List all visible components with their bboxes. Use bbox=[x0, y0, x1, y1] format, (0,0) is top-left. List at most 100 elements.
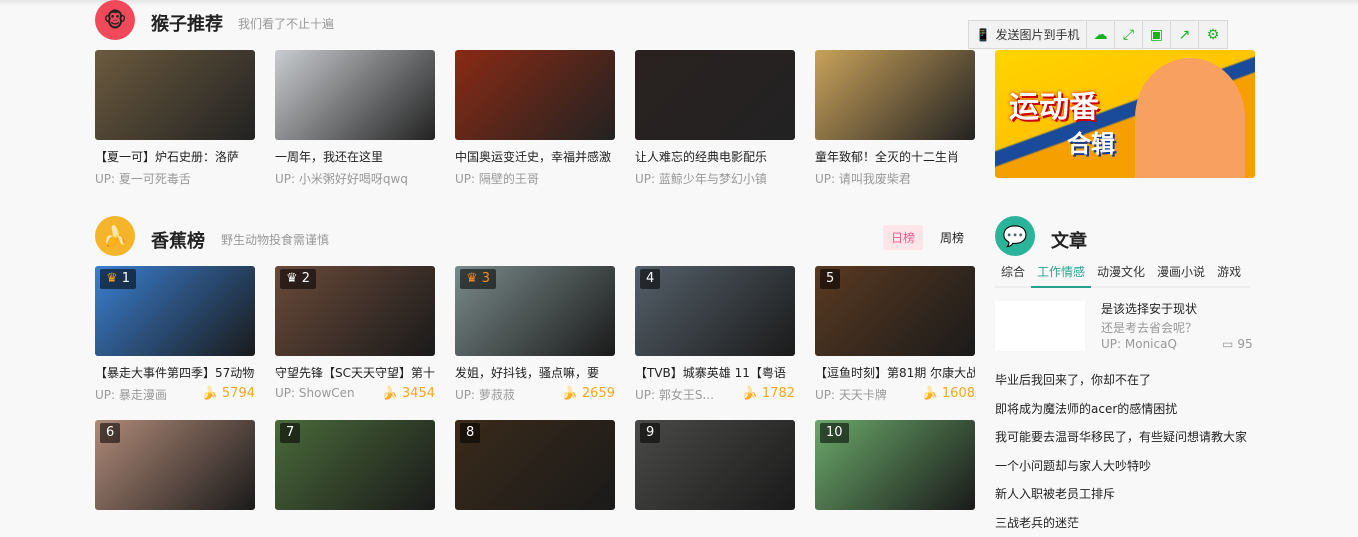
crown-icon: ♛ bbox=[466, 271, 482, 286]
video-title[interactable]: 【夏一可】炉石史册：洛萨 bbox=[95, 148, 255, 164]
rank-badge: 4 bbox=[640, 269, 660, 289]
video-card[interactable]: 7 bbox=[275, 420, 435, 510]
video-thumbnail[interactable] bbox=[635, 50, 795, 140]
video-card[interactable]: 中国奥运变迁史，幸福并感激 UP: 隔壁的王哥 bbox=[455, 50, 615, 187]
video-uploader[interactable]: UP: 夏一可死毒舌 bbox=[95, 170, 255, 187]
video-card[interactable]: 5 【逗鱼时刻】第81期 尔康大战 UP: 天天卡牌 🍌 1608 bbox=[815, 266, 975, 403]
video-thumbnail[interactable] bbox=[275, 50, 435, 140]
video-card[interactable]: 9 bbox=[635, 420, 795, 510]
video-card[interactable]: 【夏一可】炉石史册：洛萨 UP: 夏一可死毒舌 bbox=[95, 50, 255, 187]
video-card[interactable]: 10 bbox=[815, 420, 975, 510]
uploader-name[interactable]: UP: ShowCen bbox=[275, 386, 355, 401]
rank-badge: 9 bbox=[640, 423, 660, 443]
video-thumbnail[interactable]: 10 bbox=[815, 420, 975, 510]
send-to-phone-button[interactable]: 📱发送图片到手机 bbox=[969, 21, 1087, 48]
rank-number: 3 bbox=[482, 271, 490, 286]
video-thumbnail[interactable]: ♛ 2 bbox=[275, 266, 435, 356]
featured-article-title[interactable]: 是该选择安于现状 bbox=[1101, 300, 1197, 317]
video-thumbnail[interactable]: 7 bbox=[275, 420, 435, 510]
video-thumbnail[interactable]: ♛ 3 bbox=[455, 266, 615, 356]
featured-article-thumbnail[interactable] bbox=[995, 301, 1085, 351]
video-thumbnail[interactable]: 8 bbox=[455, 420, 615, 510]
video-thumbnail[interactable]: 5 bbox=[815, 266, 975, 356]
uploader-name[interactable]: UP: 天天卡牌 bbox=[815, 386, 887, 403]
banana-score: 🍌 5794 bbox=[202, 386, 255, 403]
article-list-item[interactable]: 一个小问题却与家人大吵特吵 bbox=[995, 452, 1247, 481]
banana-icon: 🍌 bbox=[922, 386, 942, 401]
save-icon[interactable]: ▣ bbox=[1143, 21, 1171, 48]
uploader-name[interactable]: UP: 蓝鲸少年与梦幻小镇 bbox=[635, 170, 767, 187]
banana-count: 1608 bbox=[942, 386, 975, 401]
article-list-item[interactable]: 新人入职被老员工排斥 bbox=[995, 480, 1247, 509]
rank-number: 6 bbox=[106, 425, 114, 440]
featured-article-up[interactable]: UP: MonicaQ bbox=[1101, 337, 1177, 351]
video-thumbnail[interactable]: 6 bbox=[95, 420, 255, 510]
uploader-name[interactable]: UP: 郭女王S... bbox=[635, 386, 714, 403]
banana-icon: 🍌 bbox=[562, 386, 582, 401]
tab-daily[interactable]: 日榜 bbox=[883, 225, 923, 250]
video-thumbnail[interactable]: 9 bbox=[635, 420, 795, 510]
video-uploader[interactable]: UP: 请叫我废柴君 bbox=[815, 170, 975, 187]
video-card[interactable]: 6 bbox=[95, 420, 255, 510]
video-uploader: UP: 天天卡牌 🍌 1608 bbox=[815, 386, 975, 403]
video-title[interactable]: 中国奥运变迁史，幸福并感激 bbox=[455, 148, 615, 164]
video-card[interactable]: 一周年，我还在这里 UP: 小米粥好好喝呀qwq bbox=[275, 50, 435, 187]
rank-badge: 7 bbox=[280, 423, 300, 443]
article-list: 毕业后我回来了，你却不在了 即将成为魔法师的acer的感情困扰 我可能要去温哥华… bbox=[995, 366, 1247, 537]
crown-icon: ♛ bbox=[286, 271, 302, 286]
uploader-name[interactable]: UP: 暴走漫画 bbox=[95, 386, 167, 403]
video-title[interactable]: 一周年，我还在这里 bbox=[275, 148, 435, 164]
tab-article-anime[interactable]: 动漫文化 bbox=[1091, 262, 1151, 286]
video-card[interactable]: 童年致郁！全灭的十二生肖 UP: 请叫我废柴君 bbox=[815, 50, 975, 187]
share-icon[interactable]: ↗ bbox=[1171, 21, 1199, 48]
banana-count: 1782 bbox=[762, 386, 795, 401]
video-uploader[interactable]: UP: 小米粥好好喝呀qwq bbox=[275, 170, 435, 187]
video-uploader[interactable]: UP: 隔壁的王哥 bbox=[455, 170, 615, 187]
tab-weekly[interactable]: 周榜 bbox=[932, 225, 972, 250]
video-title[interactable]: 【暴走大事件第四季】57动物世 bbox=[95, 364, 255, 380]
video-thumbnail[interactable]: 4 bbox=[635, 266, 795, 356]
tab-article-general[interactable]: 综合 bbox=[995, 262, 1031, 286]
video-card[interactable]: 8 bbox=[455, 420, 615, 510]
uploader-name[interactable]: UP: 小米粥好好喝呀qwq bbox=[275, 170, 408, 187]
video-title[interactable]: 【TVB】城寨英雄 11【粤语 bbox=[635, 364, 795, 380]
article-list-item[interactable]: 即将成为魔法师的acer的感情困扰 bbox=[995, 395, 1247, 424]
video-uploader[interactable]: UP: 蓝鲸少年与梦幻小镇 bbox=[635, 170, 795, 187]
tab-article-comics[interactable]: 漫画小说 bbox=[1151, 262, 1211, 286]
video-title[interactable]: 【逗鱼时刻】第81期 尔康大战 bbox=[815, 364, 975, 380]
top-shadow bbox=[0, 0, 1358, 6]
video-card[interactable]: ♛ 1 【暴走大事件第四季】57动物世 UP: 暴走漫画 🍌 5794 bbox=[95, 266, 255, 403]
video-title[interactable]: 让人难忘的经典电影配乐 bbox=[635, 148, 795, 164]
uploader-name[interactable]: UP: 隔壁的王哥 bbox=[455, 170, 539, 187]
video-thumbnail[interactable]: ♛ 1 bbox=[95, 266, 255, 356]
video-thumbnail[interactable] bbox=[95, 50, 255, 140]
crown-icon: ♛ bbox=[106, 271, 122, 286]
banana-score: 🍌 2659 bbox=[562, 386, 615, 403]
video-thumbnail[interactable] bbox=[815, 50, 975, 140]
video-thumbnail[interactable] bbox=[455, 50, 615, 140]
video-title[interactable]: 发姐，好抖钱，骚点嘛，要 bbox=[455, 364, 615, 380]
uploader-name[interactable]: UP: 请叫我废柴君 bbox=[815, 170, 911, 187]
uploader-name[interactable]: UP: 萝菽菽 bbox=[455, 386, 515, 403]
rank-badge: 8 bbox=[460, 423, 480, 443]
article-list-item[interactable]: 毕业后我回来了，你却不在了 bbox=[995, 366, 1247, 395]
section-subtitle-recommend: 我们看了不止十遍 bbox=[238, 15, 334, 32]
settings-icon[interactable]: ⚙ bbox=[1199, 21, 1227, 48]
banner-text-2: 合辑 bbox=[1067, 124, 1115, 159]
cloud-icon[interactable]: ☁ bbox=[1087, 21, 1115, 48]
uploader-name[interactable]: UP: 夏一可死毒舌 bbox=[95, 170, 191, 187]
featured-article-comments: ▭95 bbox=[1222, 337, 1253, 351]
video-card[interactable]: 让人难忘的经典电影配乐 UP: 蓝鲸少年与梦幻小镇 bbox=[635, 50, 795, 187]
video-card[interactable]: ♛ 3 发姐，好抖钱，骚点嘛，要 UP: 萝菽菽 🍌 2659 bbox=[455, 266, 615, 403]
article-list-item[interactable]: 三战老兵的迷茫 bbox=[995, 509, 1247, 537]
article-list-item[interactable]: 我可能要去温哥华移民了，有些疑问想请教大家 bbox=[995, 423, 1247, 452]
sports-anime-banner[interactable]: 运动番 合辑 bbox=[995, 50, 1255, 178]
video-title[interactable]: 守望先锋【SC天天守望】第十 bbox=[275, 364, 435, 380]
video-card[interactable]: ♛ 2守望先锋【SC天天守望】第十UP: ShowCen🍌 3454 bbox=[275, 266, 435, 401]
tab-article-work-emotion[interactable]: 工作情感 bbox=[1031, 262, 1091, 288]
fullscreen-icon[interactable]: ⤢ bbox=[1115, 21, 1143, 48]
rank-badge: ♛ 1 bbox=[100, 269, 136, 289]
video-title[interactable]: 童年致郁！全灭的十二生肖 bbox=[815, 148, 975, 164]
tab-article-games[interactable]: 游戏 bbox=[1211, 262, 1247, 286]
video-card[interactable]: 4【TVB】城寨英雄 11【粤语UP: 郭女王S...🍌 1782 bbox=[635, 266, 795, 403]
